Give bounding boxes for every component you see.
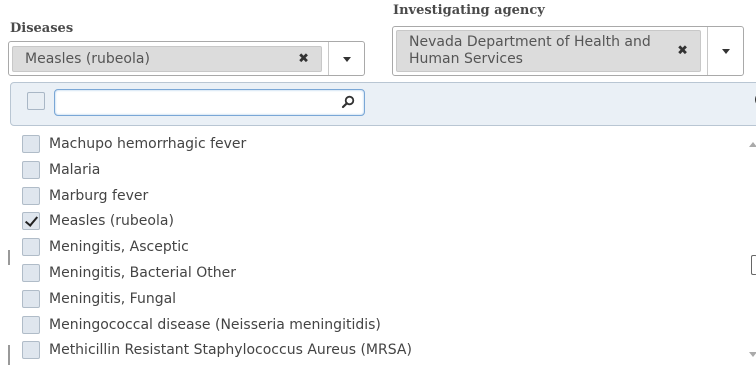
- remove-disease-icon[interactable]: ✖: [298, 52, 309, 67]
- list-item[interactable]: Methicillin Resistant Staphylococcus Aur…: [22, 339, 412, 361]
- checkbox[interactable]: [22, 264, 40, 282]
- list-item[interactable]: Meningitis, Asceptic: [22, 236, 189, 258]
- diseases-dropdown-toggle[interactable]: [328, 42, 364, 75]
- list-item[interactable]: Malaria: [22, 159, 100, 181]
- search-input[interactable]: [61, 93, 331, 112]
- selected-agency-line1: Nevada Department of Health and: [409, 34, 651, 50]
- side-divider: [8, 345, 10, 365]
- checkbox[interactable]: [22, 341, 40, 360]
- list-item-label: Marburg fever: [49, 187, 149, 204]
- checked-checkbox[interactable]: [22, 212, 40, 231]
- checkbox[interactable]: [22, 135, 40, 153]
- checkbox[interactable]: [22, 289, 40, 308]
- disease-options-list: Machupo hemorrhagic fever Malaria Marburg …: [10, 130, 756, 370]
- list-item-label: Measles (rubeola): [49, 213, 174, 230]
- selected-disease-text: Measles (rubeola): [25, 51, 150, 67]
- agency-select[interactable]: Nevada Department of Health and Human Se…: [392, 26, 744, 76]
- list-item-label: Meningitis, Fungal: [49, 290, 177, 307]
- list-item-label: Meningitis, Asceptic: [49, 239, 189, 256]
- list-item[interactable]: Meningitis, Fungal: [22, 288, 176, 310]
- diseases-select[interactable]: Measles (rubeola) ✖: [8, 41, 365, 76]
- list-item[interactable]: Meningococcal disease (Neisseria meningi…: [22, 314, 381, 336]
- scroll-up-arrow-icon[interactable]: [749, 142, 756, 147]
- diseases-label: Diseases: [10, 21, 74, 36]
- list-item-label: Machupo hemorrhagic fever: [49, 136, 247, 152]
- list-item[interactable]: Marburg fever: [22, 185, 148, 207]
- dropdown-header: [10, 82, 756, 126]
- checkbox[interactable]: [22, 186, 40, 205]
- list-item[interactable]: Measles (rubeola): [22, 210, 174, 232]
- list-item[interactable]: Machupo hemorrhagic fever: [22, 133, 246, 155]
- selected-disease-token: Measles (rubeola) ✖: [12, 46, 322, 72]
- search-box[interactable]: [54, 89, 365, 116]
- scrollbar-thumb[interactable]: [751, 255, 756, 275]
- selected-agency-line2: Human Services: [409, 51, 523, 67]
- checkbox[interactable]: [22, 238, 40, 257]
- investigating-agency-label: Investigating agency: [393, 3, 545, 18]
- agency-dropdown-toggle[interactable]: [707, 27, 743, 75]
- search-icon: [341, 95, 355, 109]
- list-item[interactable]: Meningitis, Bacterial Other: [22, 262, 236, 284]
- checkbox[interactable]: [22, 315, 40, 334]
- list-item-label: Meningococcal disease (Neisseria meningi…: [49, 316, 381, 333]
- scroll-down-arrow-icon[interactable]: [749, 352, 756, 357]
- select-all-checkbox[interactable]: [27, 92, 45, 110]
- side-divider: [8, 250, 10, 265]
- remove-agency-icon[interactable]: ✖: [677, 43, 688, 60]
- list-item-label: Methicillin Resistant Staphylococcus Aur…: [49, 342, 412, 359]
- list-item-label: Meningitis, Bacterial Other: [49, 265, 236, 281]
- checkbox[interactable]: [22, 160, 40, 179]
- list-item-label: Malaria: [49, 161, 101, 178]
- selected-agency-token: Nevada Department of Health and Human Se…: [396, 30, 701, 72]
